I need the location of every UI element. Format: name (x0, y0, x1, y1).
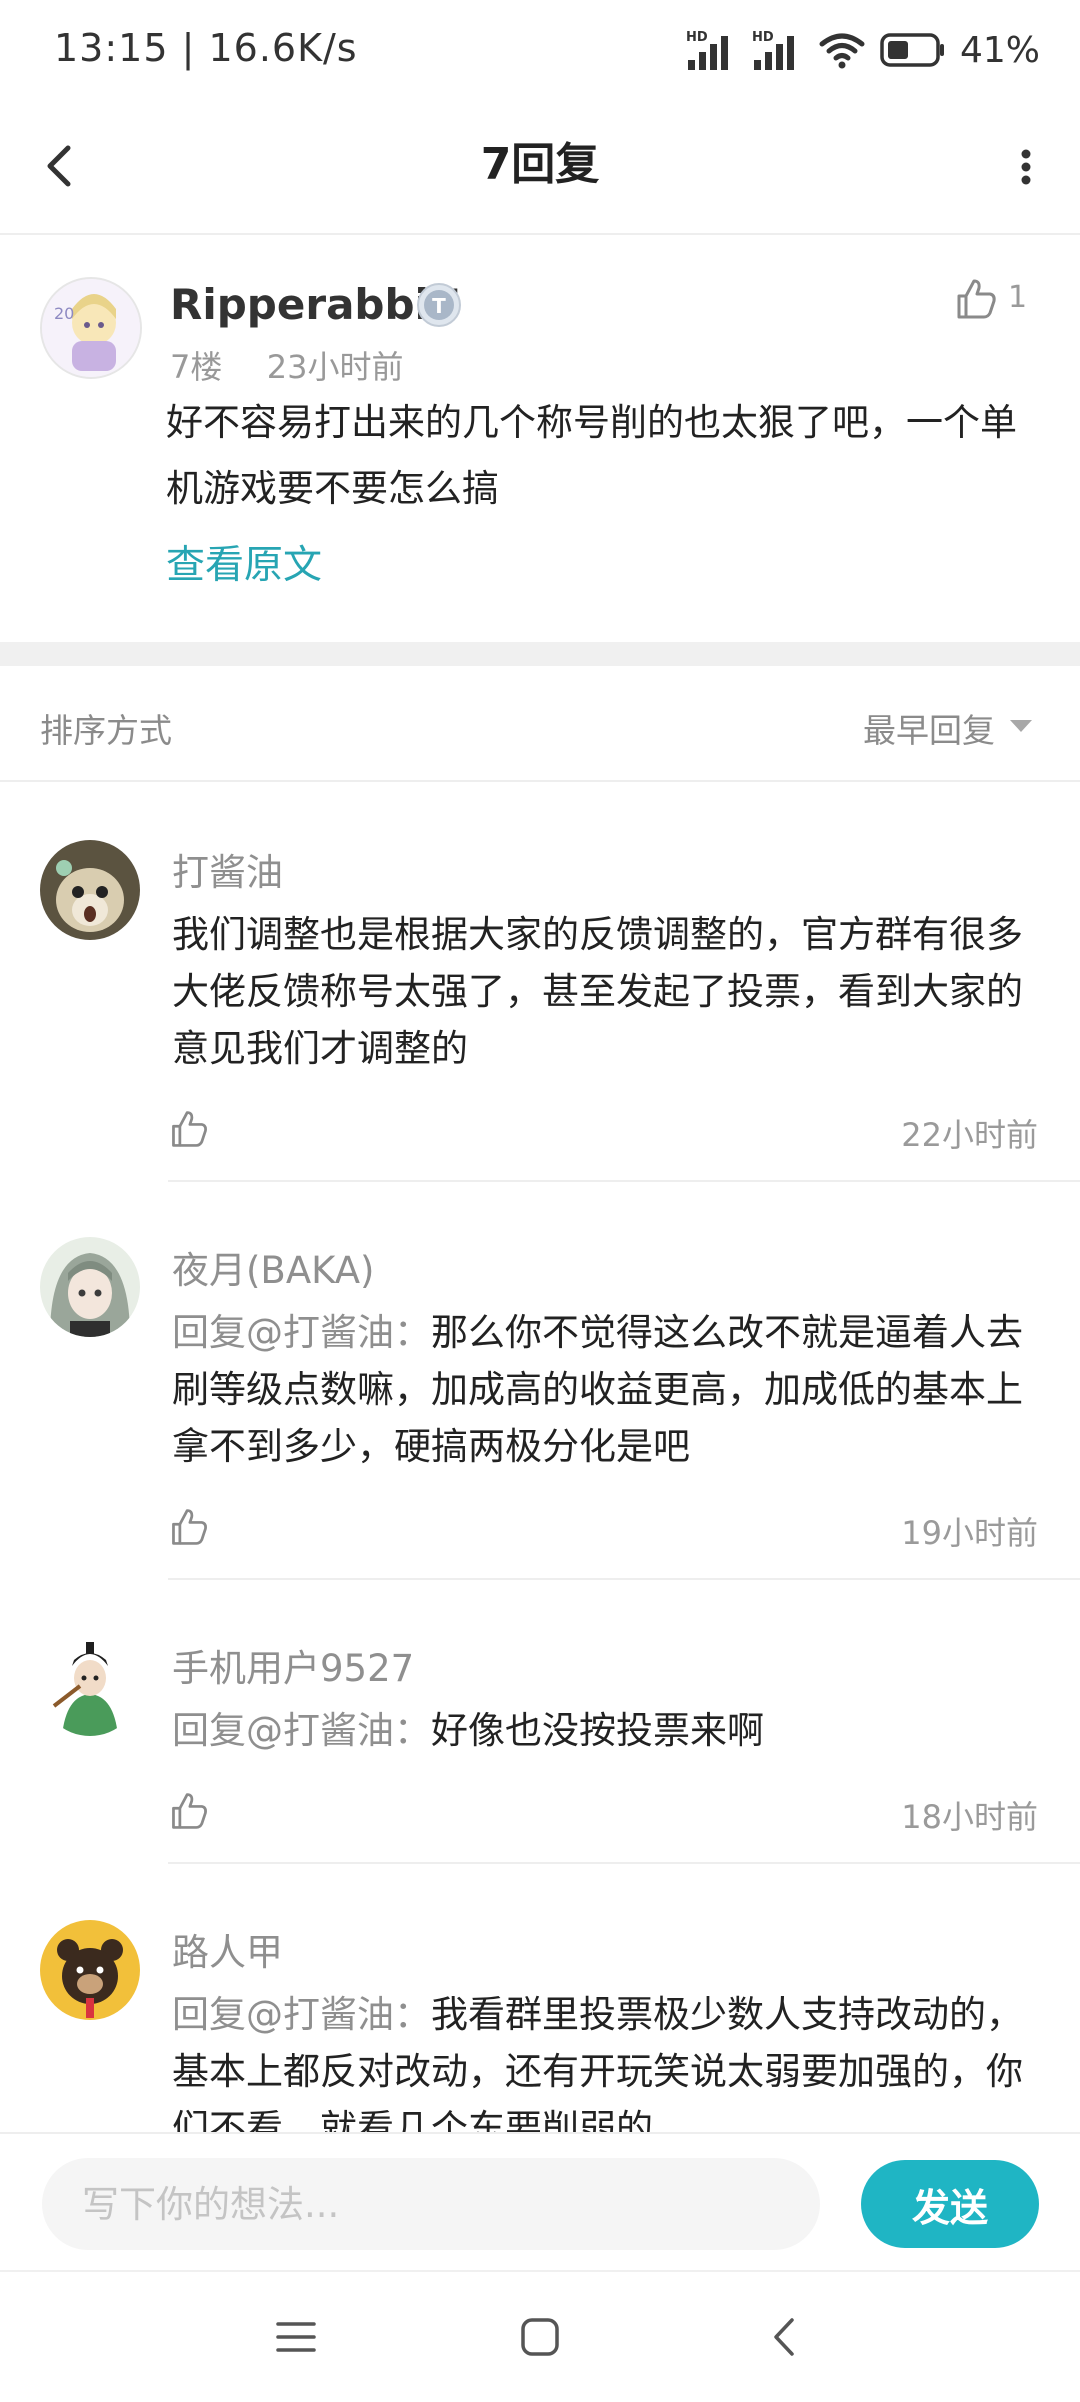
signal-icon: HD (686, 30, 738, 70)
comment-content: 我们调整也是根据大家的反馈调整的，官方群有很多大佬反馈称号太强了，甚至发起了投票… (172, 913, 1023, 1070)
comment-like-button[interactable] (168, 1790, 210, 1832)
post-meta: 7楼 23小时前 (170, 342, 403, 388)
comment-composer: 发送 (0, 2132, 1080, 2272)
more-options-button[interactable] (996, 130, 1056, 204)
comment-username[interactable]: 打酱油 (172, 842, 283, 896)
post-like-count: 1 (1008, 280, 1028, 315)
post-username[interactable]: RipperabbiT (170, 280, 458, 329)
signal-hd-label: HD (751, 30, 774, 45)
section-separator (0, 642, 1080, 666)
level-badge-icon: T (416, 282, 462, 328)
menu-nav-button[interactable] (266, 2312, 326, 2362)
send-button[interactable]: 发送 (861, 2160, 1039, 2248)
comment-mention[interactable]: 回复@打酱油： (172, 1993, 431, 2036)
comment-text: 我们调整也是根据大家的反馈调整的，官方群有很多大佬反馈称号太强了，甚至发起了投票… (172, 906, 1042, 1077)
post-like-button[interactable] (953, 276, 999, 322)
avatar[interactable] (40, 840, 140, 940)
comment-mention[interactable]: 回复@打酱油： (172, 1709, 431, 1752)
avatar-image (40, 840, 140, 940)
system-nav-bar (0, 2270, 1080, 2402)
divider (168, 1180, 1080, 1182)
avatar[interactable] (40, 1636, 140, 1736)
home-square-icon (521, 2318, 559, 2356)
battery-percent: 41% (959, 29, 1040, 71)
avatar-image (40, 1237, 140, 1337)
signal-icon: HD (752, 30, 804, 70)
avatar[interactable]: 20 (40, 277, 142, 379)
battery-icon (880, 33, 944, 67)
avatar-image: 20 (42, 279, 140, 377)
thumbs-up-icon (172, 1793, 207, 1829)
thumbs-up-icon (172, 1509, 207, 1545)
thumbs-up-icon (172, 1111, 207, 1147)
divider (0, 780, 1080, 782)
avatar[interactable] (40, 1920, 140, 2020)
status-icons: HD HD 41% (686, 28, 1040, 72)
thumbs-up-icon (957, 279, 996, 319)
back-nav-button[interactable] (756, 2312, 816, 2362)
signal-hd-label: HD (685, 30, 708, 45)
post-floor: 7楼 (170, 348, 223, 386)
view-original-link[interactable]: 查看原文 (166, 534, 322, 590)
comment-username[interactable]: 夜月(BAKA) (172, 1240, 375, 1294)
comment-like-button[interactable] (168, 1506, 210, 1548)
wifi-icon (819, 33, 865, 69)
home-nav-button[interactable] (510, 2312, 570, 2362)
comment-username[interactable]: 路人甲 (172, 1922, 283, 1976)
more-vertical-icon (1021, 149, 1031, 185)
comment-mention[interactable]: 回复@打酱油： (172, 1311, 431, 1354)
back-triangle-icon (774, 2318, 794, 2356)
comment-text: 回复@打酱油：那么你不觉得这么改不就是逼着人去刷等级点数嘛，加成高的收益更高，加… (172, 1304, 1042, 1475)
sort-dropdown[interactable]: 最早回复 (863, 704, 995, 752)
post-time: 23小时前 (266, 348, 404, 386)
comment-time: 19小时前 (901, 1514, 1038, 1552)
menu-icon (276, 2322, 316, 2352)
comment-like-button[interactable] (168, 1108, 210, 1150)
divider (168, 1862, 1080, 1864)
post-content: 好不容易打出来的几个称号削的也太狠了吧，一个单机游戏要不要怎么搞 (166, 401, 1017, 510)
title-bar: 7回复 (0, 100, 1080, 234)
comment-text: 回复@打酱油：好像也没按投票来啊 (172, 1702, 1042, 1759)
dropdown-arrow-icon[interactable] (1010, 720, 1032, 732)
page-title: 7回复 (480, 139, 600, 190)
avatar-image (40, 1920, 140, 2020)
svg-text:20: 20 (54, 304, 74, 323)
divider (168, 1578, 1080, 1580)
status-time: 13:15 | 16.6K/s (54, 26, 358, 70)
badge-text: T (432, 294, 446, 318)
divider (0, 233, 1080, 235)
comment-time: 22小时前 (901, 1116, 1038, 1154)
comment-username[interactable]: 手机用户9527 (172, 1638, 414, 1692)
comment-time: 18小时前 (901, 1798, 1038, 1836)
avatar[interactable] (40, 1237, 140, 1337)
avatar-image (40, 1636, 140, 1736)
comment-input[interactable] (42, 2158, 820, 2250)
status-bar: 13:15 | 16.6K/s HD HD 41% (0, 0, 1080, 100)
comment-content: 好像也没按投票来啊 (431, 1709, 764, 1752)
sort-label: 排序方式 (40, 711, 172, 750)
